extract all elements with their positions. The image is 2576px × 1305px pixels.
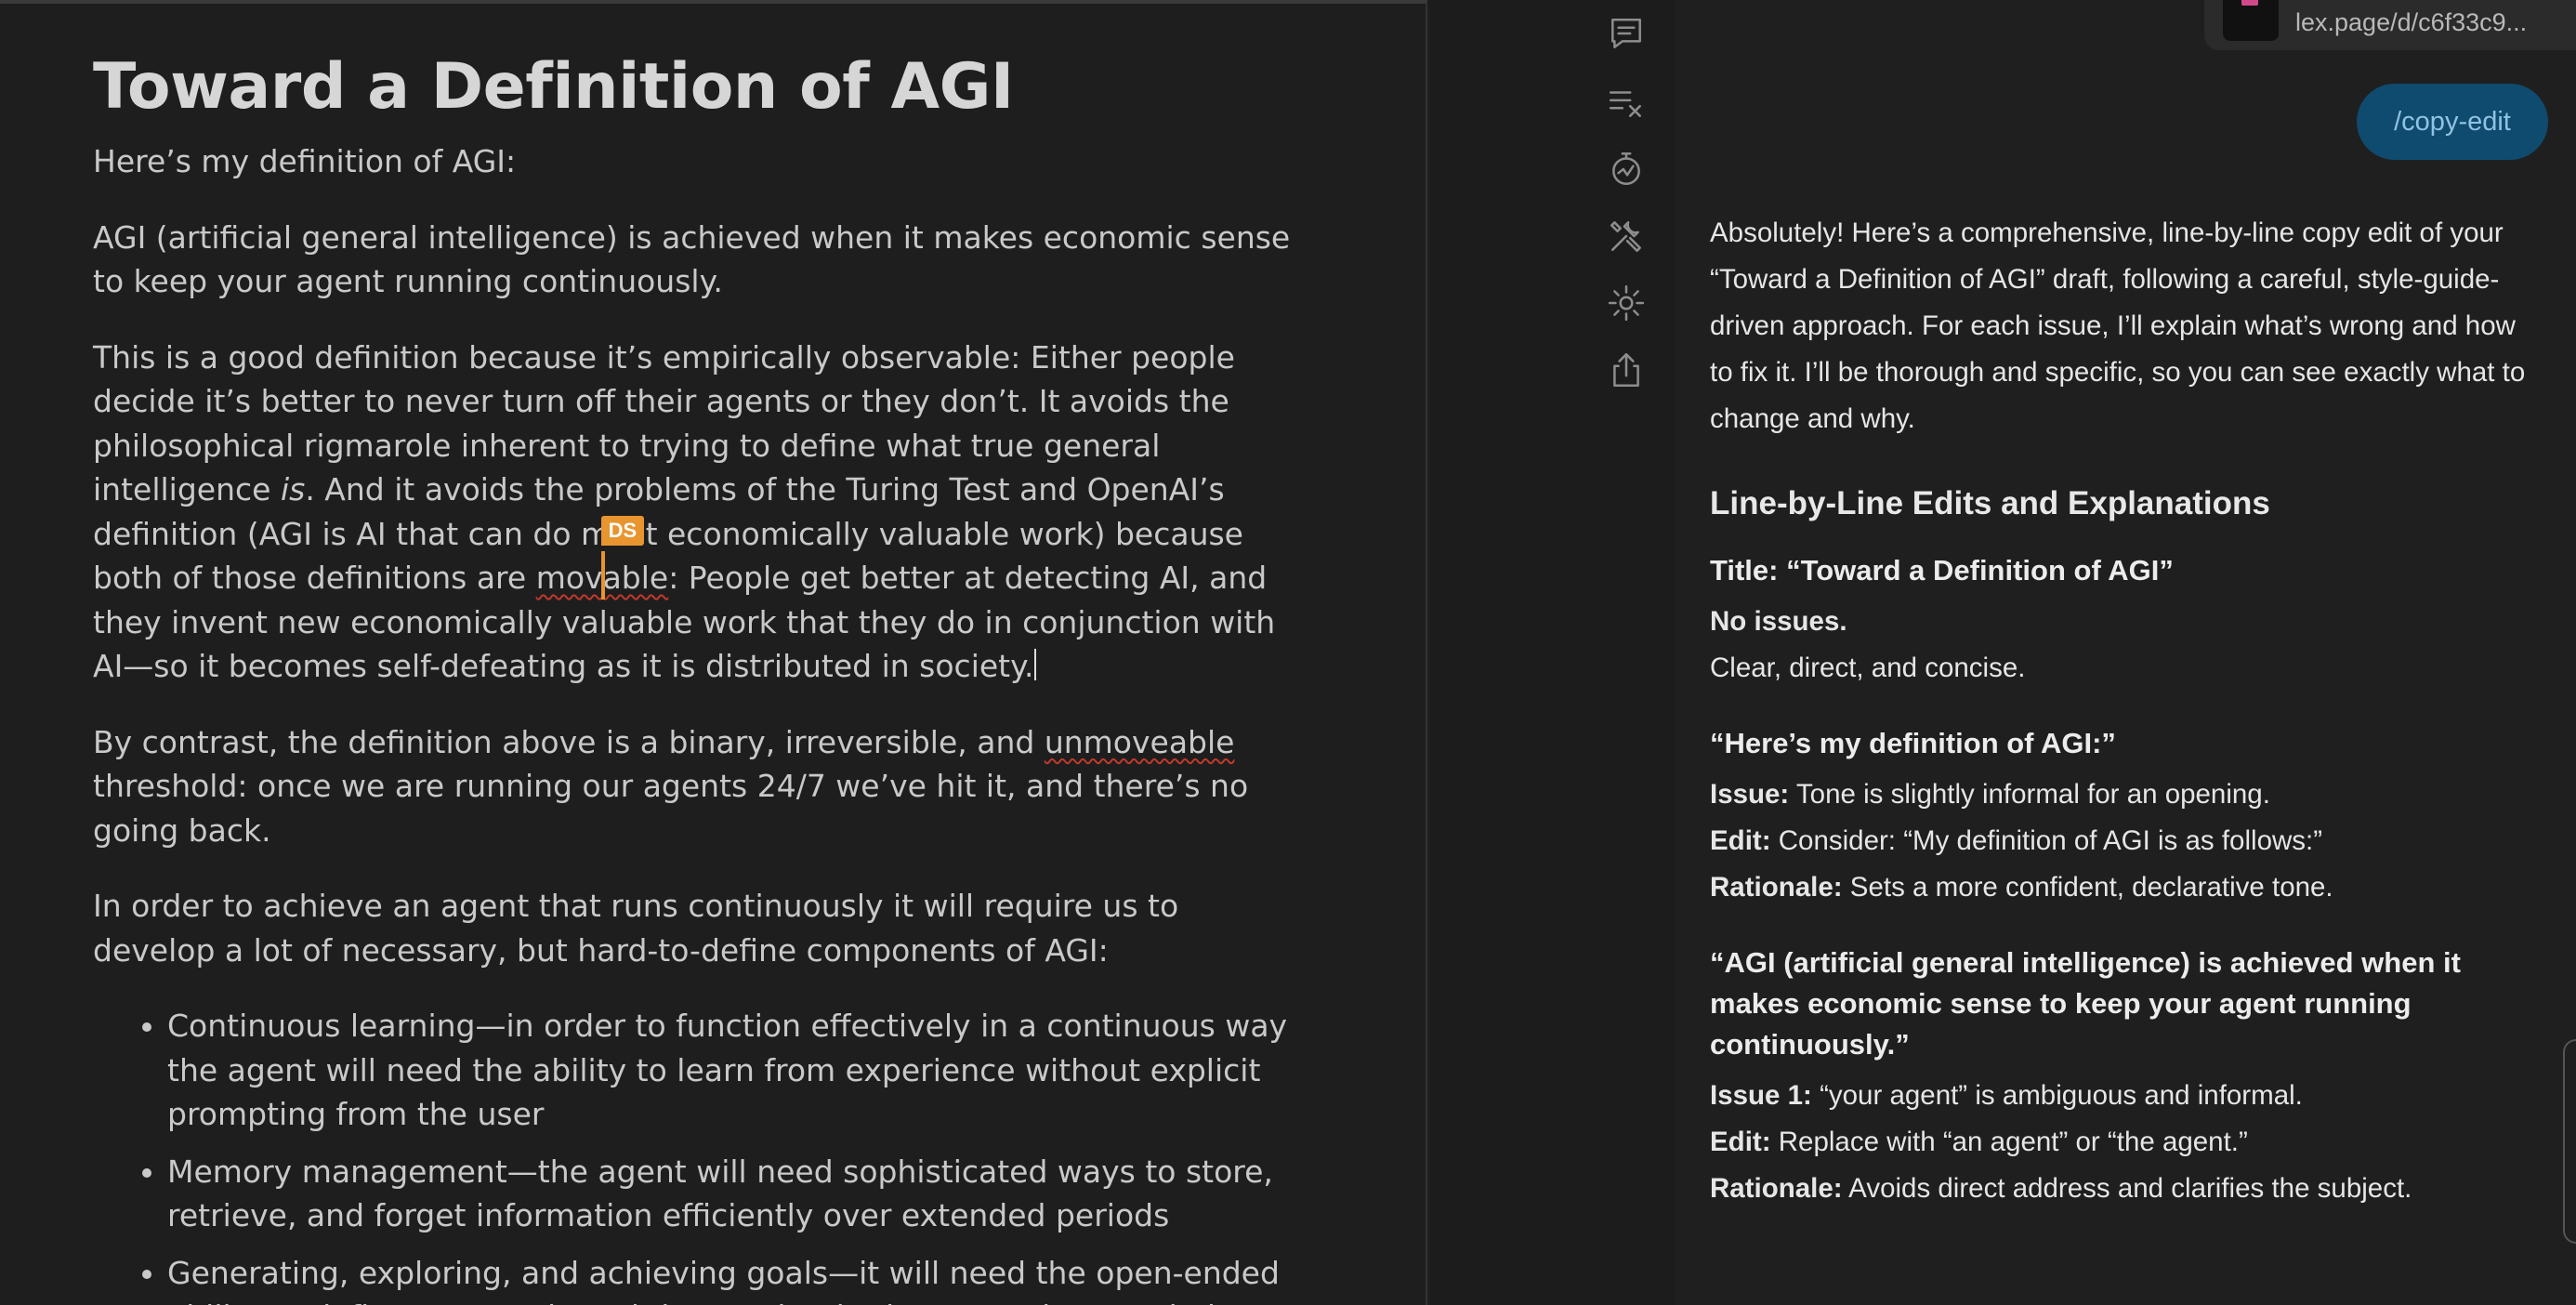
misspelled-word[interactable]: mov DS able [535,516,669,600]
paragraph-definition[interactable]: AGI (artificial general intelligence) is… [93,216,1292,304]
edit-item-line: No issues. [1710,599,2528,645]
reply-section-heading: Line-by-Line Edits and Explanations [1710,485,2270,521]
tools-icon[interactable] [1606,216,1647,257]
edit-item-heading: Title: “Toward a Definition of AGI” [1710,554,2174,587]
issue-line: Issue 1: “your agent” is ambiguous and i… [1710,1073,2528,1119]
rationale-line: Rationale: Avoids direct address and cla… [1710,1166,2528,1212]
rationale-line: Rationale: Sets a more confident, declar… [1710,864,2528,911]
edit-label: Edit: [1710,1127,1771,1157]
list-item[interactable]: Continuous learning—in order to function… [167,1004,1292,1137]
user-command-bubble: /copy-edit [2357,84,2548,160]
paragraph-contrast[interactable]: By contrast, the definition above is a b… [93,720,1292,853]
list-item[interactable]: Memory management—the agent will need so… [167,1150,1292,1238]
edit-item-heading: “AGI (artificial general intelligence) i… [1710,946,2461,1061]
checklist-clear-icon[interactable] [1606,82,1647,123]
comment-icon[interactable] [1606,13,1647,54]
edit-item: Title: “Toward a Definition of AGI” No i… [1710,550,2528,692]
emphasis-text: is [280,471,306,508]
tool-rail [1429,0,1675,1305]
edit-label: Edit: [1710,825,1771,856]
misspelled-word-part: mov [535,560,603,596]
misspelled-word-part: able [602,560,669,596]
components-list: Continuous learning—in order to function… [93,1004,1292,1305]
collaborator-initials: DS [600,516,645,546]
timer-icon[interactable] [1606,149,1647,190]
edit-item: “AGI (artificial general intelligence) i… [1710,942,2528,1212]
panel-scrollbar[interactable] [2563,1039,2576,1244]
document-link-url: lex.page/d/c6f33c9... [2295,8,2528,36]
paragraph-text: threshold: once we are running our agent… [93,768,1249,849]
settings-icon[interactable] [1606,283,1647,323]
collaborator-cursor-bar [600,551,605,600]
paragraph-rationale[interactable]: This is a good definition because it’s e… [93,336,1292,689]
share-icon[interactable] [1606,349,1647,390]
ai-chat-panel: lex.page/d/c6f33c9... /copy-edit Absolut… [1675,0,2576,1305]
rationale-text: Avoids direct address and clarifies the … [1842,1173,2412,1204]
list-item[interactable]: Generating, exploring, and achieving goa… [167,1251,1292,1305]
rationale-label: Rationale: [1710,1173,1843,1204]
document-editor[interactable]: Toward a Definition of AGI Here’s my def… [0,0,1427,1305]
edit-item-line: Clear, direct, and concise. [1710,652,2026,683]
document-thumbnail-icon [2223,0,2279,41]
issue-line: Issue: Tone is slightly informal for an … [1710,771,2528,818]
edit-item: “Here’s my definition of AGI:” Issue: To… [1710,723,2528,911]
document-link-chip[interactable]: lex.page/d/c6f33c9... [2204,0,2576,50]
document-body[interactable]: Toward a Definition of AGI Here’s my def… [93,43,1292,1305]
document-title[interactable]: Toward a Definition of AGI [93,43,1292,132]
rationale-text: Sets a more confident, declarative tone. [1842,872,2333,903]
misspelled-word[interactable]: unmoveable [1045,724,1235,760]
text-cursor [1034,649,1037,680]
issue-text: Tone is slightly informal for an opening… [1789,779,2270,810]
edit-line: Edit: Replace with “an agent” or “the ag… [1710,1119,2528,1166]
reply-intro: Absolutely! Here’s a comprehensive, line… [1710,218,2526,434]
rationale-label: Rationale: [1710,872,1843,903]
paragraph-intro[interactable]: Here’s my definition of AGI: [93,139,1292,184]
edit-item-heading: “Here’s my definition of AGI:” [1710,727,2116,759]
paragraph-components[interactable]: In order to achieve an agent that runs c… [93,884,1292,972]
assistant-reply: Absolutely! Here’s a comprehensive, line… [1710,210,2528,1244]
issue-text: “your agent” is ambiguous and informal. [1811,1080,2303,1111]
edit-text: Replace with “an agent” or “the agent.” [1770,1127,2248,1157]
edit-line: Edit: Consider: “My definition of AGI is… [1710,818,2528,864]
paragraph-text: By contrast, the definition above is a b… [93,723,1045,760]
issue-label: Issue 1: [1710,1080,1812,1111]
no-issues-label: No issues. [1710,606,1847,637]
issue-label: Issue: [1710,779,1790,810]
edit-text: Consider: “My definition of AGI is as fo… [1770,825,2323,856]
